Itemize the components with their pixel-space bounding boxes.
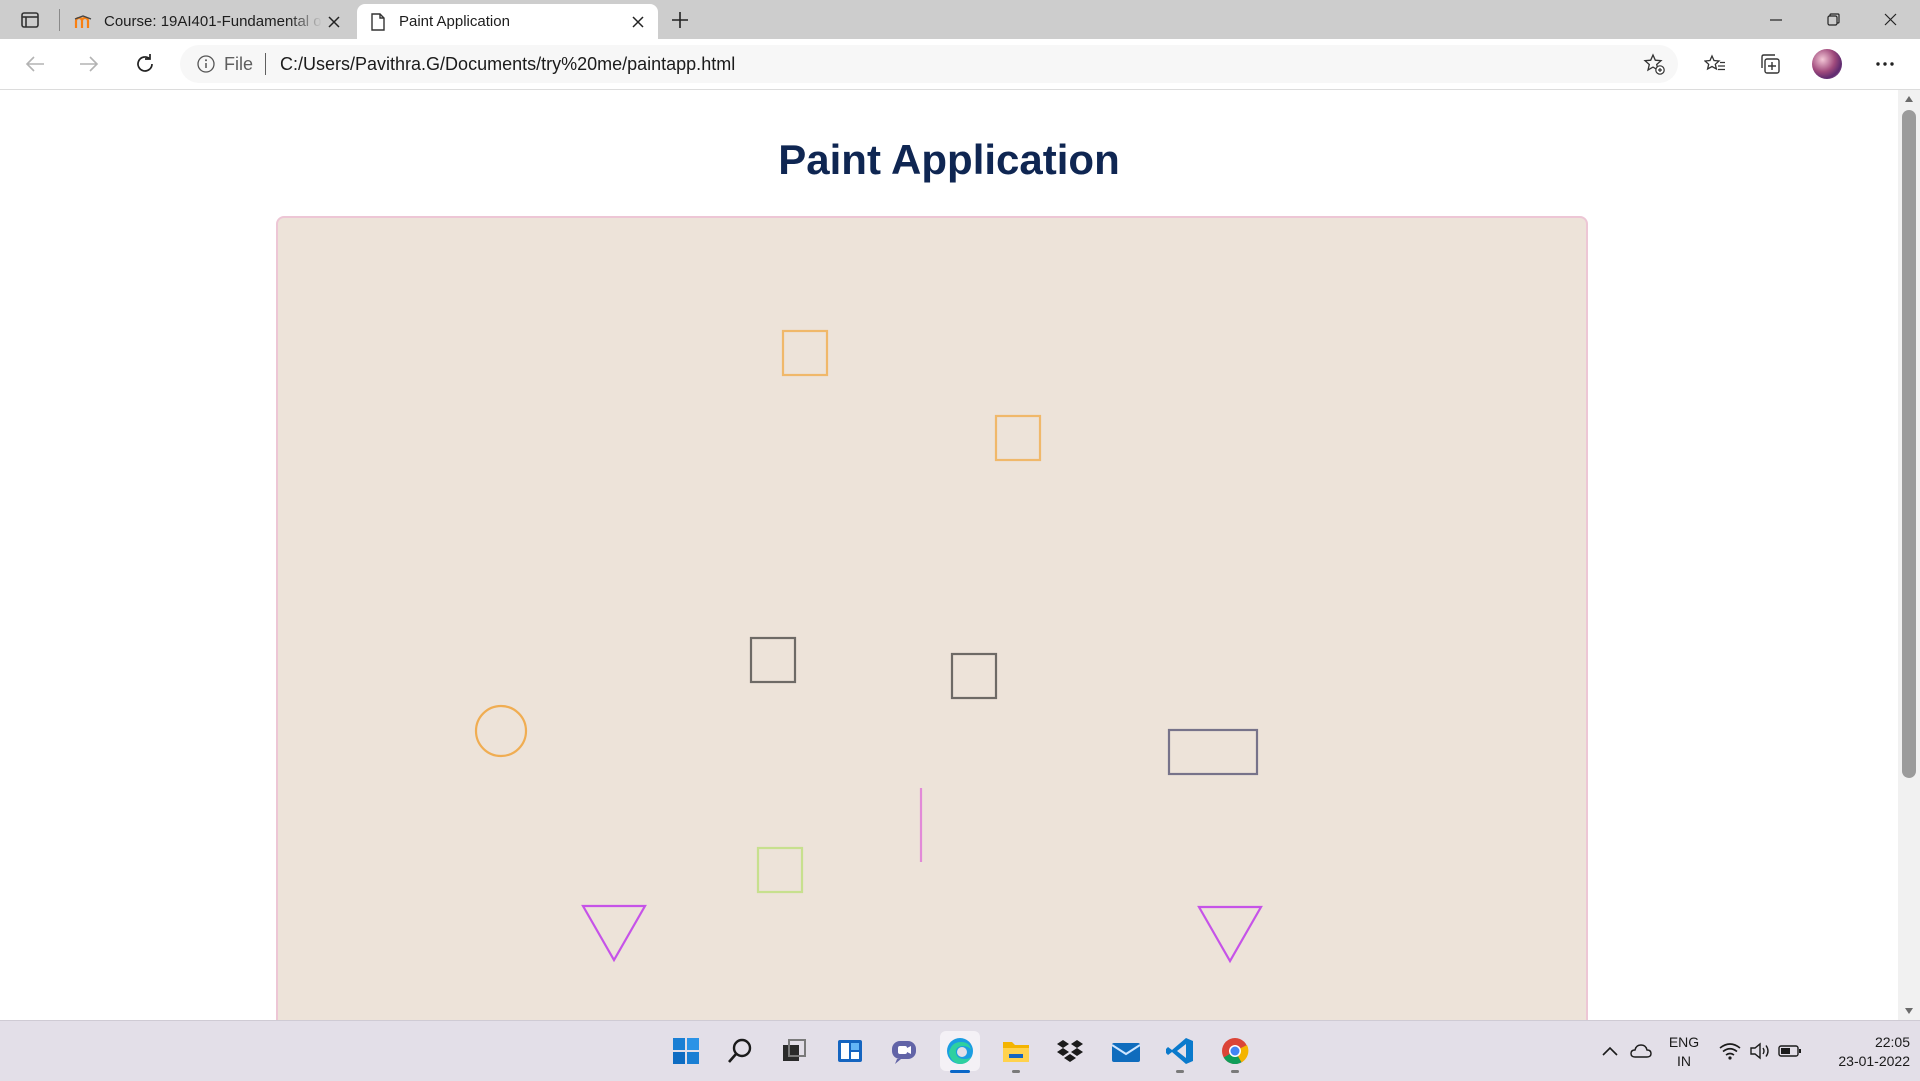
- close-tab-icon[interactable]: [626, 10, 650, 34]
- settings-more-button[interactable]: [1868, 47, 1902, 81]
- back-button[interactable]: [18, 47, 52, 81]
- profile-avatar[interactable]: [1812, 49, 1842, 79]
- more-dots-icon: [1876, 62, 1894, 66]
- tab-bar: Course: 19AI401-Fundamental of Paint App…: [0, 0, 1920, 39]
- close-icon: [1884, 13, 1896, 26]
- rectangle-shape: [1167, 728, 1259, 776]
- tab-separator: [59, 9, 60, 31]
- close-window-button[interactable]: [1862, 0, 1918, 39]
- input-language-indicator[interactable]: ENG IN: [1664, 1033, 1704, 1071]
- refresh-button[interactable]: [128, 47, 162, 81]
- moodle-icon: [74, 13, 92, 31]
- tab-paint-application[interactable]: Paint Application: [357, 4, 658, 39]
- square-shape: [994, 414, 1042, 462]
- restore-button[interactable]: [1805, 0, 1861, 39]
- scroll-up-arrow-icon[interactable]: [1898, 90, 1920, 108]
- battery-icon[interactable]: [1778, 1039, 1802, 1063]
- scrollbar-thumb[interactable]: [1902, 110, 1916, 778]
- dropbox-icon[interactable]: [1050, 1031, 1090, 1071]
- triangle-shape: [1197, 905, 1263, 964]
- taskbar: ENG IN 22:05 23-01-2022: [0, 1020, 1920, 1081]
- tab-course[interactable]: Course: 19AI401-Fundamental of: [62, 4, 354, 39]
- running-indicator: [1012, 1070, 1020, 1073]
- vscode-icon[interactable]: [1160, 1031, 1200, 1073]
- url-scheme-label: File: [224, 53, 254, 74]
- restore-icon: [1826, 13, 1840, 26]
- running-indicator: [1231, 1070, 1239, 1073]
- tab-actions-icon: [21, 12, 39, 28]
- language-code: ENG: [1668, 1034, 1700, 1050]
- triangle-shape: [581, 904, 647, 963]
- region-code: IN: [1677, 1053, 1691, 1069]
- volume-icon[interactable]: [1748, 1039, 1772, 1063]
- tab-actions-button[interactable]: [15, 8, 45, 32]
- active-indicator: [950, 1070, 970, 1073]
- collections-button[interactable]: [1753, 47, 1787, 81]
- search-icon[interactable]: [720, 1031, 760, 1071]
- plus-icon: [672, 12, 688, 28]
- page-title: Paint Application: [778, 136, 1120, 183]
- forward-button[interactable]: [72, 47, 106, 81]
- onedrive-cloud-icon[interactable]: [1629, 1039, 1653, 1063]
- square-shape: [749, 636, 797, 684]
- back-arrow-icon: [25, 56, 44, 72]
- task-view-icon[interactable]: [774, 1031, 814, 1071]
- new-tab-button[interactable]: [668, 8, 692, 32]
- tab-title: Paint Application: [399, 13, 510, 30]
- clock-time: 22:05: [1874, 1034, 1910, 1050]
- file-explorer-icon[interactable]: [996, 1031, 1036, 1073]
- tab-title: Course: 19AI401-Fundamental of: [104, 13, 322, 30]
- canvas-drawing: [474, 329, 1263, 964]
- navigation-bar: File C:/Users/Pavithra.G/Documents/try%2…: [0, 39, 1920, 90]
- square-shape: [950, 652, 998, 700]
- favorites-button[interactable]: [1698, 47, 1732, 81]
- chevron-up-icon[interactable]: [1598, 1039, 1622, 1063]
- minimize-button[interactable]: [1748, 0, 1804, 39]
- system-clock[interactable]: 22:05 23-01-2022: [1810, 1033, 1910, 1071]
- clock-date: 23-01-2022: [1838, 1053, 1910, 1069]
- page-viewport: Paint Application: [0, 90, 1898, 1020]
- windows-start-icon[interactable]: [666, 1031, 706, 1071]
- scroll-down-arrow-icon[interactable]: [1898, 1002, 1920, 1020]
- refresh-icon: [137, 54, 153, 72]
- add-favorite-icon[interactable]: [1642, 52, 1666, 76]
- document-icon: [369, 12, 387, 31]
- favorites-icon: [1704, 54, 1725, 71]
- square-shape: [781, 329, 829, 377]
- url-text[interactable]: C:/Users/Pavithra.G/Documents/try%20me/p…: [280, 54, 735, 75]
- collections-icon: [1761, 54, 1780, 74]
- widgets-icon[interactable]: [830, 1031, 870, 1071]
- forward-arrow-icon: [80, 56, 99, 72]
- running-indicator: [1176, 1070, 1184, 1073]
- mail-icon[interactable]: [1106, 1031, 1146, 1071]
- close-tab-icon[interactable]: [322, 10, 346, 34]
- teams-chat-icon[interactable]: [884, 1031, 924, 1071]
- edge-icon[interactable]: [940, 1031, 980, 1073]
- address-divider: [265, 53, 267, 75]
- minimize-icon: [1770, 18, 1782, 21]
- address-bar[interactable]: File C:/Users/Pavithra.G/Documents/try%2…: [180, 45, 1678, 83]
- square-shape: [756, 846, 804, 894]
- circle-shape: [474, 704, 528, 758]
- paint-canvas[interactable]: [276, 216, 1588, 1020]
- site-info-icon[interactable]: [196, 54, 216, 74]
- vertical-scrollbar[interactable]: [1898, 90, 1920, 1020]
- wifi-icon[interactable]: [1718, 1039, 1742, 1063]
- chrome-icon[interactable]: [1215, 1031, 1255, 1073]
